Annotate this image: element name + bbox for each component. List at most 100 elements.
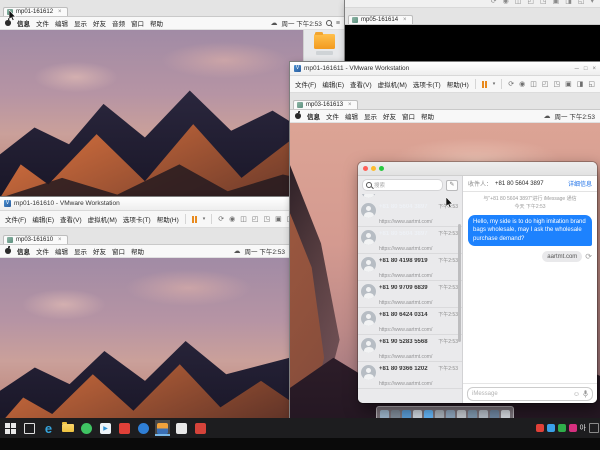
- taskbar-icon[interactable]: [60, 420, 75, 436]
- conversation-row[interactable]: +81 90 5283 5568 下午2:53 https://www.aart…: [358, 335, 462, 362]
- toolbar-icon[interactable]: ◉: [229, 216, 235, 223]
- menu-item[interactable]: 帮助: [421, 111, 434, 121]
- pause-vm-button[interactable]: [482, 81, 487, 88]
- menu-item[interactable]: 选项卡(T): [413, 79, 441, 89]
- menu-item[interactable]: 编辑(E): [322, 79, 344, 89]
- message-input[interactable]: iMessage ☺: [467, 387, 593, 401]
- dock-icon[interactable]: [446, 410, 455, 419]
- compose-button[interactable]: ✎: [446, 180, 458, 191]
- menu-item[interactable]: 查看(V): [60, 214, 82, 224]
- menu-item[interactable]: 音频: [112, 18, 125, 28]
- toolbar-icon[interactable]: ◱: [578, 0, 585, 7]
- menu-item[interactable]: 编辑: [55, 18, 68, 28]
- taskbar-icon[interactable]: [3, 420, 18, 436]
- menu-item[interactable]: 文件: [36, 18, 49, 28]
- dock-icon[interactable]: [468, 410, 477, 419]
- window-titlebar[interactable]: V mp01-161611 - VMware Workstation ─ □ ×: [290, 62, 600, 76]
- toolbar-icon[interactable]: ◫: [515, 0, 522, 7]
- tray-icon[interactable]: [536, 424, 544, 432]
- toolbar-icon[interactable]: ▾: [590, 0, 594, 7]
- toolbar-icon[interactable]: ◳: [554, 81, 561, 88]
- menu-item[interactable]: 显示: [74, 246, 87, 256]
- zoom-traffic-light[interactable]: [379, 166, 384, 171]
- menu-item[interactable]: 窗口: [112, 246, 125, 256]
- dock-icon[interactable]: [391, 410, 400, 419]
- toolbar-icon[interactable]: ⟳: [508, 81, 514, 88]
- menu-item[interactable]: 编辑: [55, 246, 68, 256]
- toolbar-icon[interactable]: ◉: [503, 0, 509, 7]
- chevron-down-icon[interactable]: ▾: [203, 216, 206, 222]
- menu-item[interactable]: 帮助(H): [157, 214, 179, 224]
- dock-icon[interactable]: [424, 410, 433, 419]
- dock-icon[interactable]: [501, 410, 510, 419]
- menu-item[interactable]: 帮助(H): [447, 79, 469, 89]
- toolbar-icon[interactable]: ◰: [252, 216, 259, 223]
- taskbar-icon[interactable]: ▶: [98, 420, 113, 436]
- menu-item[interactable]: 窗口: [402, 111, 415, 121]
- menu-item[interactable]: 查看(V): [350, 79, 372, 89]
- taskbar-icon[interactable]: [79, 420, 94, 436]
- chat-transcript[interactable]: 与"+81 80 5604 3897"进行 iMessage 通信 今天 下午2…: [463, 192, 597, 383]
- minimize-traffic-light[interactable]: [371, 166, 376, 171]
- toolbar-icon[interactable]: ◫: [240, 216, 247, 223]
- dock-icon[interactable]: [402, 410, 411, 419]
- spotlight-icon[interactable]: [326, 20, 332, 26]
- menu-item[interactable]: 信息: [17, 18, 30, 28]
- menu-item[interactable]: 文件(F): [295, 79, 316, 89]
- menu-item[interactable]: 好友: [93, 246, 106, 256]
- menu-item[interactable]: 窗口: [131, 18, 144, 28]
- conversation-row[interactable]: +81 80 4198 9919 下午2:53 https://www.aart…: [358, 254, 462, 281]
- toolbar-icon[interactable]: ◫: [530, 81, 537, 88]
- details-link[interactable]: 详细信息: [568, 179, 592, 188]
- tab-close-icon[interactable]: ×: [58, 237, 62, 243]
- conversation-row[interactable]: +81 80 9366 1202 下午2:53 https://www.aart…: [358, 362, 462, 389]
- menu-item[interactable]: 显示: [364, 111, 377, 121]
- menu-item[interactable]: 信息: [17, 246, 30, 256]
- taskbar-icon[interactable]: [22, 420, 37, 436]
- toolbar-icon[interactable]: ◰: [542, 81, 549, 88]
- tab-close-icon[interactable]: ×: [403, 17, 407, 23]
- toolbar-icon[interactable]: ◨: [577, 81, 584, 88]
- tab-close-icon[interactable]: ×: [348, 102, 352, 108]
- toolbar-icon[interactable]: ◳: [264, 216, 271, 223]
- window-titlebar[interactable]: V mp01-161610 - VMware Workstation: [0, 197, 290, 211]
- cloud-icon[interactable]: ☁: [544, 112, 551, 120]
- menu-item[interactable]: 好友: [383, 111, 396, 121]
- apple-menu-icon[interactable]: [5, 248, 11, 254]
- menu-item[interactable]: 帮助: [150, 18, 163, 28]
- dock-icon[interactable]: [479, 410, 488, 419]
- dictation-mic-icon[interactable]: [583, 390, 588, 398]
- ime-indicator[interactable]: 아: [580, 423, 586, 433]
- menubar-clock[interactable]: 周一 下午2:53: [555, 111, 595, 121]
- vm-tab[interactable]: mp05-161614 ×: [348, 15, 413, 24]
- apple-menu-icon[interactable]: [295, 113, 301, 119]
- toolbar-icon[interactable]: ◉: [519, 81, 525, 88]
- vm-tab[interactable]: mp03-161610 ×: [3, 235, 68, 244]
- dock-icon[interactable]: [413, 410, 422, 419]
- taskbar-icon[interactable]: [136, 420, 151, 436]
- tray-icon[interactable]: [569, 424, 577, 432]
- menu-item[interactable]: 虚拟机(M): [88, 214, 117, 224]
- desktop-folder-icon[interactable]: [314, 34, 335, 49]
- menu-item[interactable]: 显示: [74, 18, 87, 28]
- menu-item[interactable]: 编辑(E): [32, 214, 54, 224]
- close-traffic-light[interactable]: [363, 166, 368, 171]
- conversation-row[interactable]: +81 90 9709 6839 下午2:53 https://www.aart…: [358, 281, 462, 308]
- taskbar-icon[interactable]: [193, 420, 208, 436]
- taskbar-icon[interactable]: [174, 420, 189, 436]
- vm-tab[interactable]: mp03-161613 ×: [293, 100, 358, 109]
- sidebar-scrollbar[interactable]: [458, 224, 461, 342]
- tab-close-icon[interactable]: ×: [58, 9, 62, 15]
- search-input[interactable]: 搜索: [362, 179, 443, 191]
- recipient-number[interactable]: +81 80 5604 3897: [495, 181, 544, 187]
- toolbar-icon[interactable]: ⟳: [218, 216, 224, 223]
- notification-center-icon[interactable]: ≡: [336, 20, 340, 27]
- dock-icon[interactable]: [380, 410, 389, 419]
- taskbar-icon[interactable]: [117, 420, 132, 436]
- conversation-row[interactable]: +81 80 5604 3897 下午2:53 https://www.aart…: [358, 227, 462, 254]
- menu-item[interactable]: 信息: [307, 111, 320, 121]
- menu-item[interactable]: 文件(F): [5, 214, 26, 224]
- conversation-row[interactable]: +81 80 6424 0314 下午2:53 https://www.aart…: [358, 308, 462, 335]
- tray-icon[interactable]: [547, 424, 555, 432]
- toolbar-icon[interactable]: ▣: [553, 0, 560, 7]
